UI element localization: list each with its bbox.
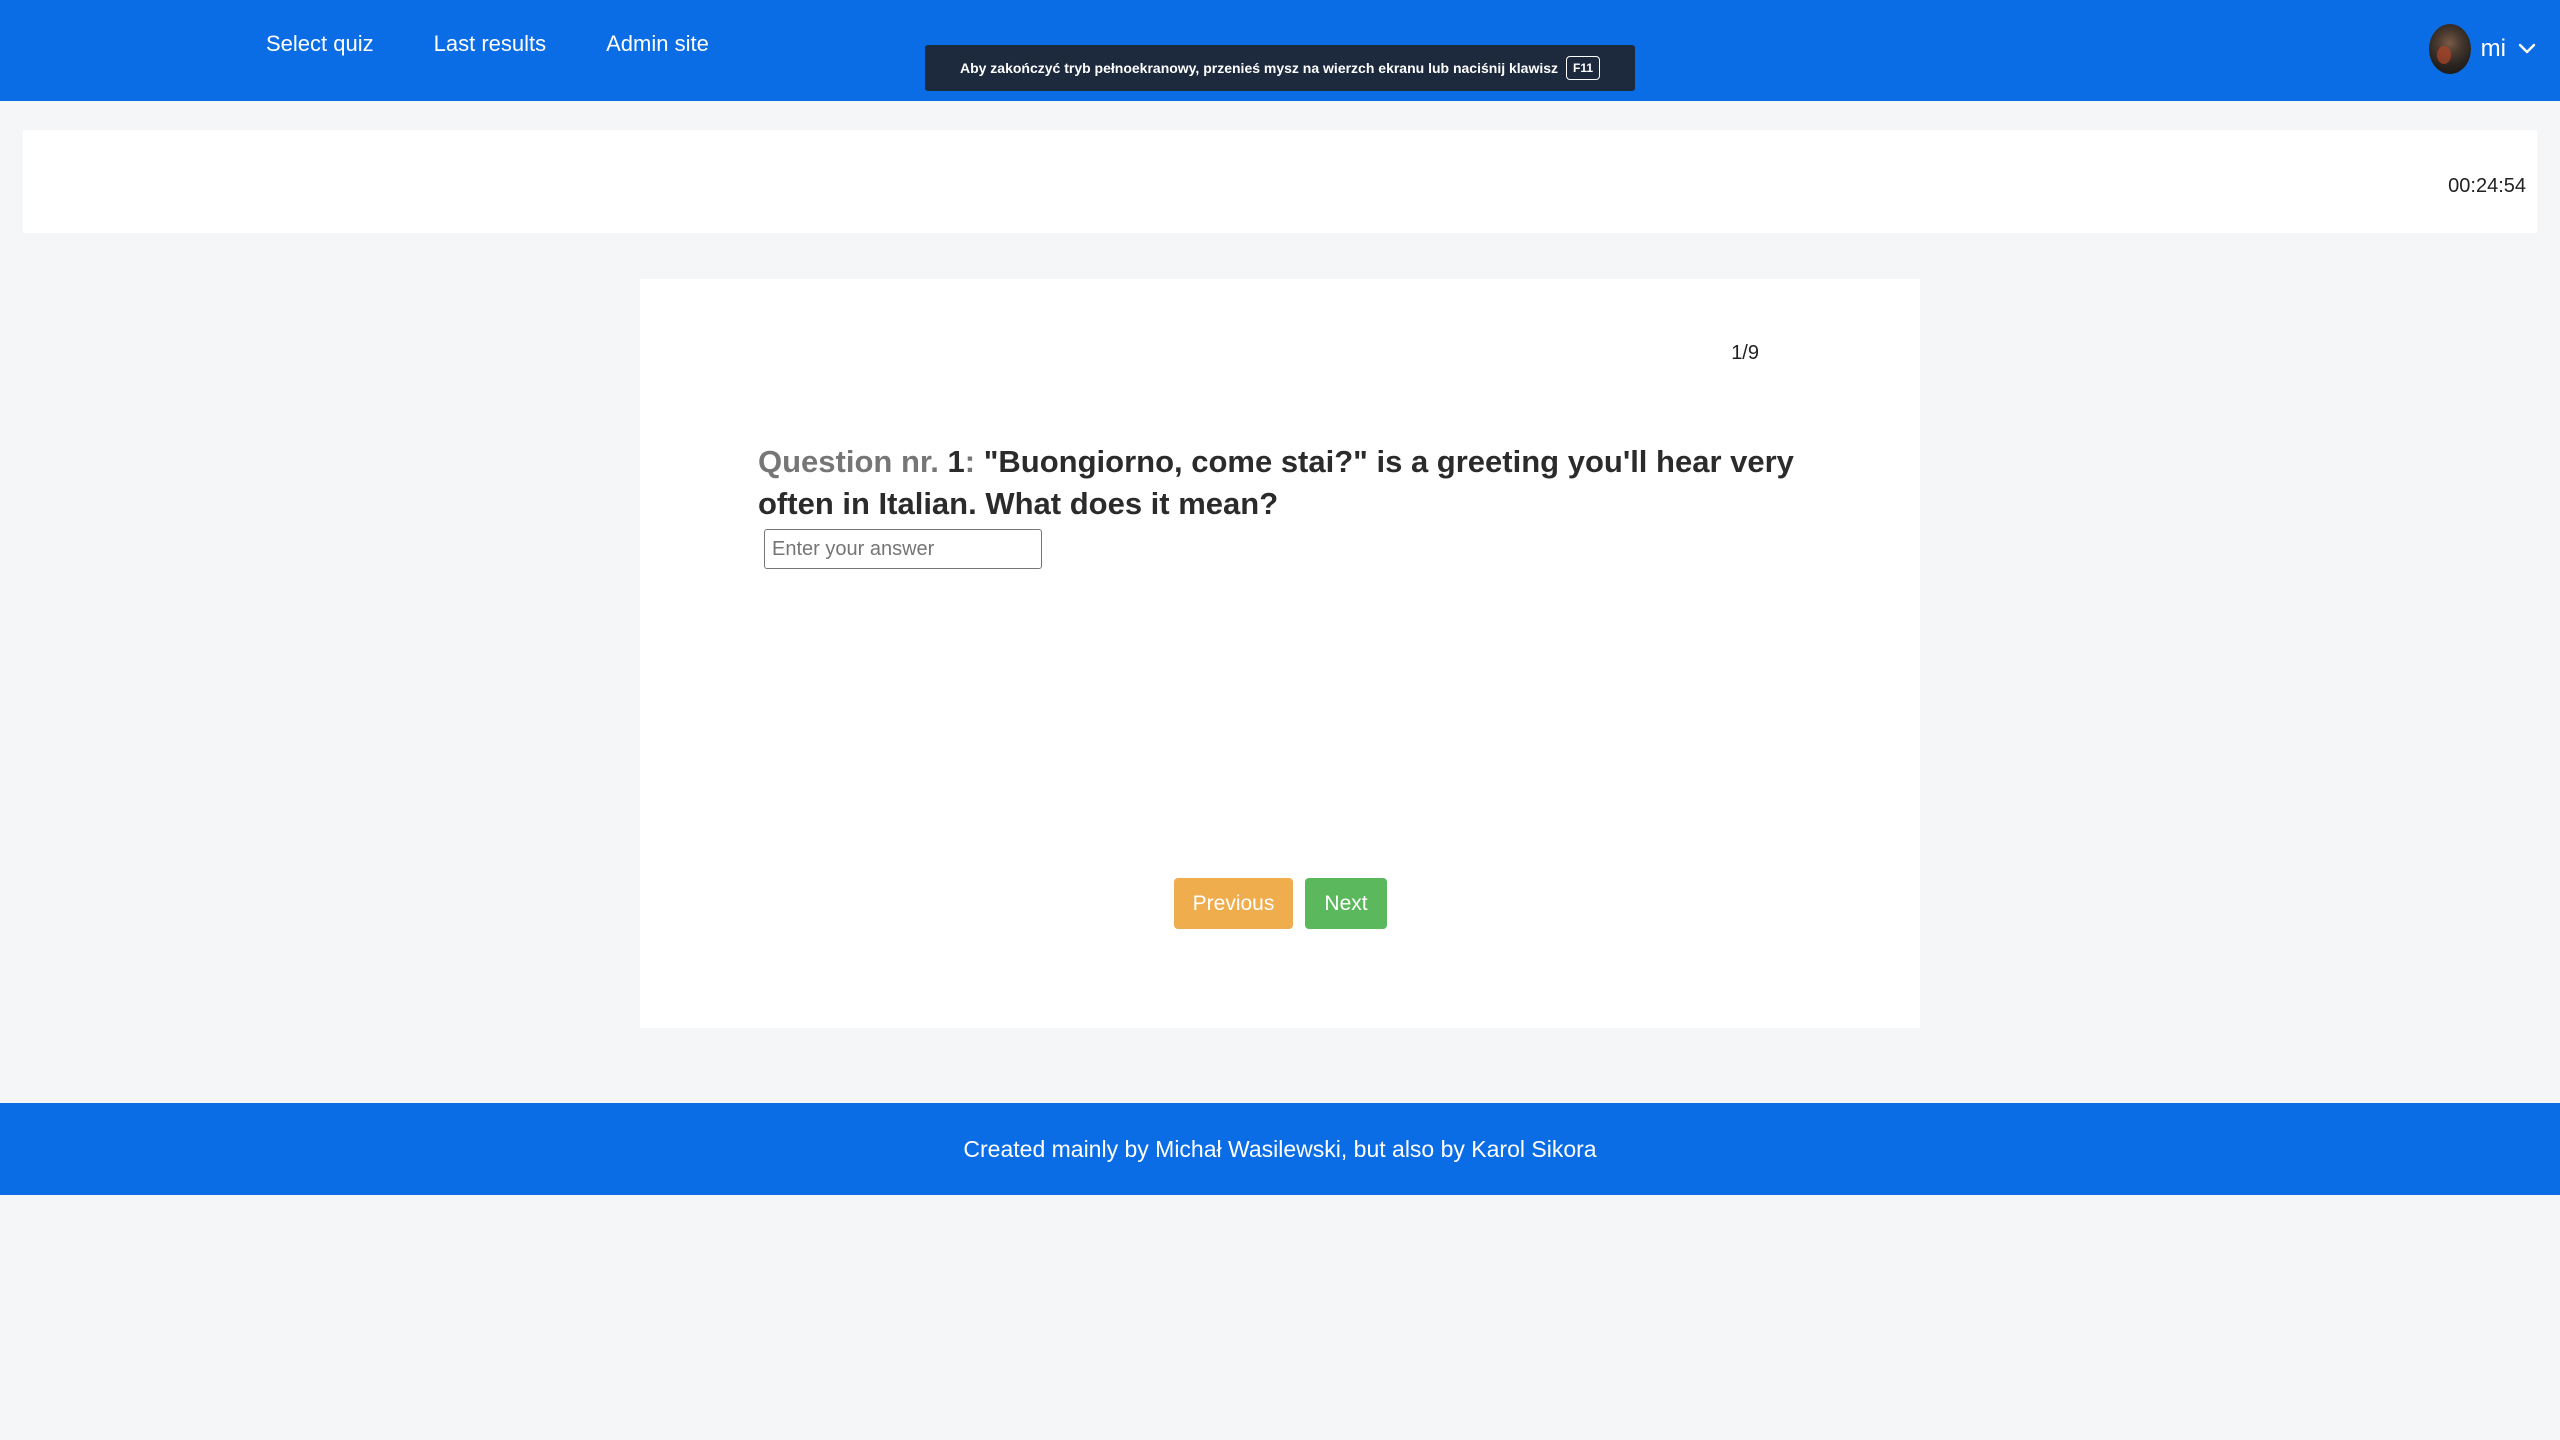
question-progress: 1/9 xyxy=(1731,342,1759,364)
next-button[interactable]: Next xyxy=(1305,878,1387,929)
quiz-card: 1/9 Question nr. 1: "Buongiorno, come st… xyxy=(640,279,1920,1028)
nav-link-admin-site[interactable]: Admin site xyxy=(606,31,709,57)
question-number: 1 xyxy=(947,444,965,479)
timer-bar: 00:24:54 xyxy=(23,130,2537,233)
nav-links: Select quiz Last results Admin site xyxy=(266,31,769,57)
nav-link-select-quiz[interactable]: Select quiz xyxy=(266,31,374,57)
footer-credits: Created mainly by Michał Wasilewski, but… xyxy=(963,1135,1597,1162)
top-navbar: Select quiz Last results Admin site Aby … xyxy=(0,0,2560,101)
avatar[interactable] xyxy=(2428,24,2471,74)
chevron-down-icon[interactable] xyxy=(2516,38,2538,60)
fullscreen-notice: Aby zakończyć tryb pełnoekranowy, przeni… xyxy=(925,45,1635,91)
question-heading: Question nr. 1: "Buongiorno, come stai?"… xyxy=(758,441,1818,525)
user-name[interactable]: mi xyxy=(2481,35,2506,63)
question-prefix: Question nr. xyxy=(758,444,939,479)
answer-input[interactable] xyxy=(764,529,1042,569)
user-menu[interactable]: mi xyxy=(2428,24,2538,74)
nav-link-last-results[interactable]: Last results xyxy=(434,31,547,57)
fullscreen-key-badge: F11 xyxy=(1566,56,1601,80)
question-separator: : xyxy=(964,444,976,479)
quiz-timer: 00:24:54 xyxy=(2448,175,2526,197)
fullscreen-notice-text: Aby zakończyć tryb pełnoekranowy, przeni… xyxy=(959,60,1559,76)
footer: Created mainly by Michał Wasilewski, but… xyxy=(0,1103,2560,1195)
previous-button[interactable]: Previous xyxy=(1174,878,1293,929)
